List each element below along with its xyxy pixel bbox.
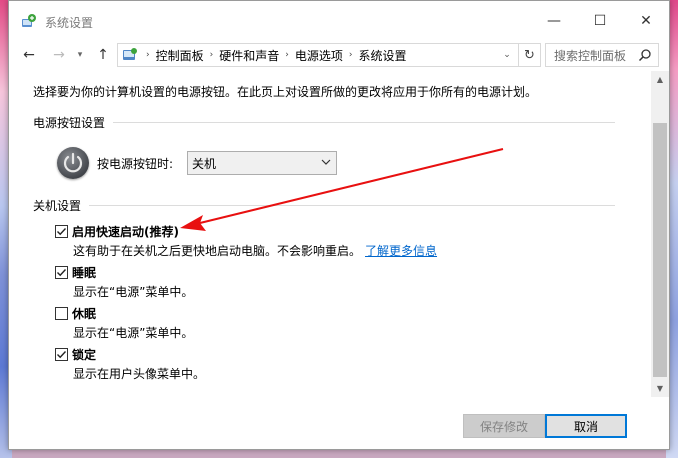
sleep-label[interactable]: 睡眠 bbox=[72, 264, 96, 281]
settings-content: 选择要为你的计算机设置的电源按钮。在此页上对设置所做的更改将应用于你所有的电源计… bbox=[9, 71, 651, 397]
window-title: 系统设置 bbox=[45, 16, 94, 30]
lock-description: 显示在用户头像菜单中。 bbox=[73, 367, 206, 381]
power-button-action-select[interactable]: 关机 bbox=[187, 151, 337, 175]
checkmark-icon bbox=[57, 351, 67, 359]
search-placeholder: 搜索控制面板 bbox=[554, 48, 627, 63]
breadcrumb-separator-icon[interactable]: › bbox=[349, 50, 353, 60]
power-button-icon bbox=[57, 147, 89, 179]
learn-more-link[interactable]: 了解更多信息 bbox=[365, 244, 437, 258]
page-description: 选择要为你的计算机设置的电源按钮。在此页上对设置所做的更改将应用于你所有的电源计… bbox=[33, 85, 538, 99]
lock-label[interactable]: 锁定 bbox=[72, 346, 96, 363]
breadcrumb-power-options[interactable]: 电源选项 bbox=[295, 47, 343, 64]
hibernate-label[interactable]: 休眠 bbox=[72, 305, 96, 322]
cancel-button[interactable]: 取消 bbox=[545, 414, 627, 438]
maximize-button[interactable]: ☐ bbox=[577, 1, 623, 41]
power-button-label: 按电源按钮时: bbox=[97, 157, 174, 171]
scroll-up-icon[interactable]: ▲ bbox=[651, 71, 669, 88]
section-divider bbox=[113, 122, 615, 123]
up-button[interactable]: ↑ bbox=[93, 45, 113, 65]
description-text: 这有助于在关机之后更快地启动电脑。不会影响重启。 bbox=[73, 244, 362, 258]
breadcrumb-separator-icon[interactable]: › bbox=[210, 50, 214, 60]
section-heading-shutdown: 关机设置 bbox=[33, 197, 615, 214]
breadcrumb-system-settings[interactable]: 系统设置 bbox=[358, 47, 406, 64]
scroll-down-icon[interactable]: ▼ bbox=[651, 380, 669, 397]
refresh-icon[interactable]: ↻ bbox=[518, 44, 540, 66]
lock-option[interactable]: 锁定 bbox=[55, 346, 96, 363]
fast-startup-checkbox[interactable] bbox=[55, 225, 68, 238]
select-value: 关机 bbox=[192, 156, 217, 171]
minimize-button[interactable]: — bbox=[531, 1, 577, 41]
sleep-description: 显示在“电源”菜单中。 bbox=[73, 285, 194, 299]
chevron-down-icon bbox=[321, 159, 331, 165]
system-settings-window: 系统设置 — ☐ ✕ ← → ▾ ↑ › 控制面板 › 硬件和声音 › 电源选项… bbox=[8, 0, 670, 450]
scrollbar-thumb[interactable] bbox=[653, 123, 667, 377]
control-panel-icon bbox=[123, 48, 137, 60]
sleep-option[interactable]: 睡眠 bbox=[55, 264, 96, 281]
breadcrumb-control-panel[interactable]: 控制面板 bbox=[156, 47, 204, 64]
section-divider bbox=[89, 205, 615, 206]
power-options-icon bbox=[22, 14, 36, 27]
hibernate-checkbox[interactable] bbox=[55, 307, 68, 320]
breadcrumb-hardware-sound[interactable]: 硬件和声音 bbox=[219, 47, 279, 64]
lock-checkbox[interactable] bbox=[55, 348, 68, 361]
fast-startup-description: 这有助于在关机之后更快地启动电脑。不会影响重启。 了解更多信息 bbox=[73, 242, 437, 259]
save-changes-button[interactable]: 保存修改 bbox=[463, 414, 545, 438]
breadcrumb-separator-icon: › bbox=[146, 50, 150, 60]
sleep-checkbox[interactable] bbox=[55, 266, 68, 279]
forward-button[interactable]: → bbox=[49, 45, 69, 65]
fast-startup-label[interactable]: 启用快速启动(推荐) bbox=[72, 223, 179, 240]
hibernate-option[interactable]: 休眠 bbox=[55, 305, 96, 322]
search-input[interactable]: 搜索控制面板 bbox=[545, 43, 659, 67]
breadcrumb-separator-icon[interactable]: › bbox=[285, 50, 289, 60]
checkmark-icon bbox=[57, 228, 67, 236]
back-button[interactable]: ← bbox=[19, 45, 39, 65]
chevron-down-icon[interactable]: ⌄ bbox=[498, 44, 516, 66]
section-heading-text: 电源按钮设置 bbox=[33, 116, 106, 130]
close-button[interactable]: ✕ bbox=[623, 1, 669, 41]
section-heading-power-button: 电源按钮设置 bbox=[33, 114, 615, 131]
title-bar: 系统设置 — ☐ ✕ bbox=[9, 1, 669, 41]
recent-locations-button[interactable]: ▾ bbox=[73, 45, 87, 65]
dialog-footer: 保存修改 取消 bbox=[9, 397, 669, 449]
hibernate-description: 显示在“电源”菜单中。 bbox=[73, 326, 194, 340]
section-heading-text: 关机设置 bbox=[33, 199, 82, 213]
fast-startup-option[interactable]: 启用快速启动(推荐) bbox=[55, 223, 179, 240]
address-bar[interactable]: › 控制面板 › 硬件和声音 › 电源选项 › 系统设置 ⌄ ↻ bbox=[117, 43, 541, 67]
checkmark-icon bbox=[57, 269, 67, 277]
navigation-bar: ← → ▾ ↑ › 控制面板 › 硬件和声音 › 电源选项 › 系统设置 ⌄ ↻… bbox=[9, 39, 669, 71]
vertical-scrollbar[interactable]: ▲ ▼ bbox=[651, 71, 669, 397]
search-icon[interactable] bbox=[638, 48, 652, 62]
